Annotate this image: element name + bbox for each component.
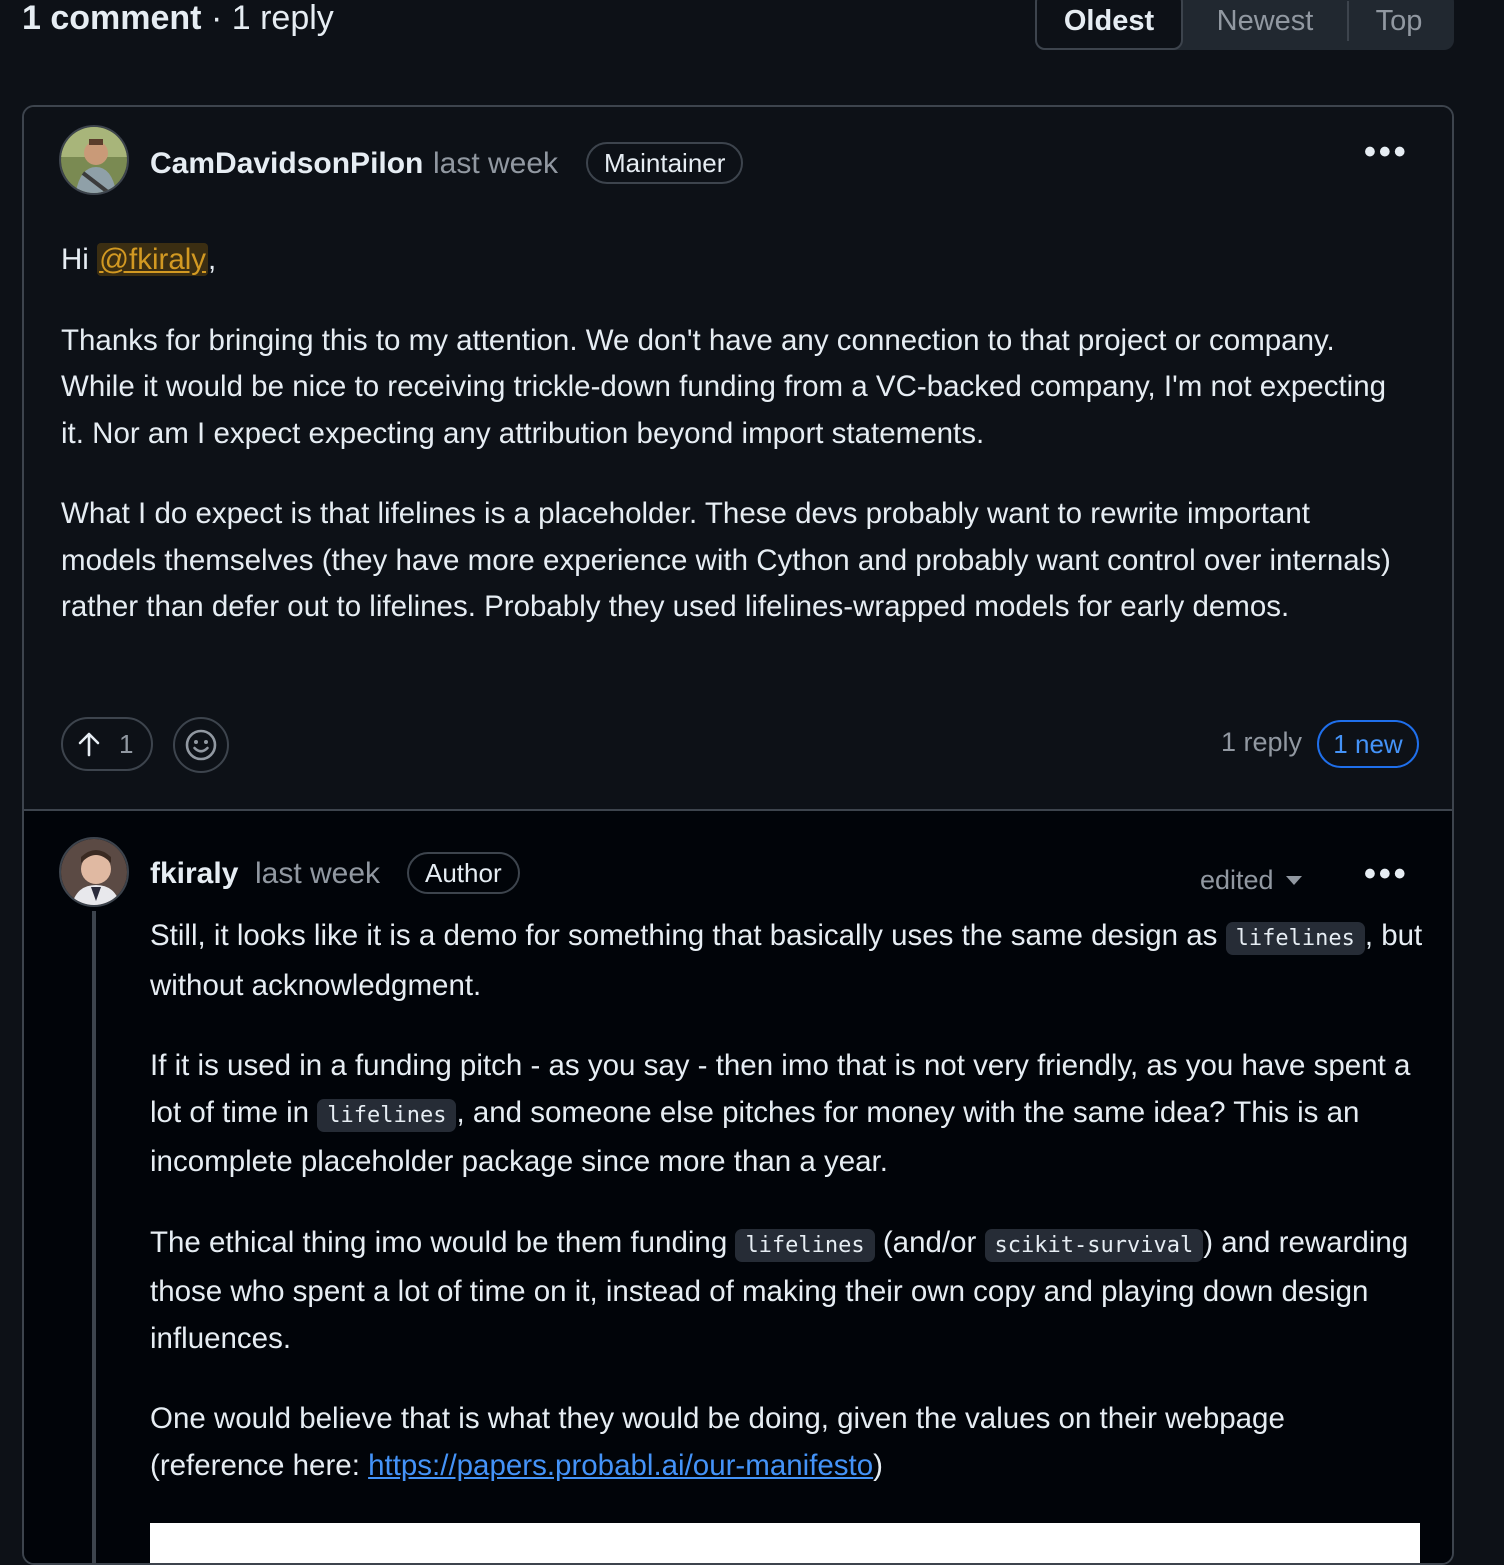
reply-comment: fkiraly last week Author edited ••• Stil… (24, 811, 1452, 1563)
text-span: ) (873, 1448, 883, 1482)
edit-history-button[interactable]: edited (1200, 865, 1302, 896)
thread-line (92, 911, 96, 1563)
comment-author[interactable]: CamDavidsonPilon (150, 147, 423, 181)
user-mention-link[interactable]: @fkiraly (97, 243, 209, 276)
sort-top-button[interactable]: Top (1349, 0, 1449, 50)
inline-code: lifelines (735, 1228, 875, 1262)
kebab-horizontal-icon[interactable]: ••• (1364, 855, 1409, 894)
text-span: The ethical thing imo would be them fund… (150, 1225, 736, 1259)
comment-summary: 1 comment · 1 reply (22, 0, 334, 40)
comment-count: 1 comment (22, 0, 202, 37)
reply-author[interactable]: fkiraly (150, 857, 238, 891)
reply-body: Still, it looks like it is a demo for so… (150, 913, 1425, 1523)
maintainer-badge: Maintainer (586, 142, 744, 184)
discussion-comment-card: CamDavidsonPilon last week Maintainer ••… (22, 105, 1454, 1565)
reply-timestamp[interactable]: last week (255, 857, 380, 891)
edited-label: edited (1200, 865, 1274, 895)
reply-paragraph: If it is used in a funding pitch - as yo… (150, 1043, 1425, 1186)
sort-newest-button[interactable]: Newest (1183, 0, 1347, 50)
reply-count-summary: 1 reply (231, 0, 334, 37)
main-comment: CamDavidsonPilon last week Maintainer ••… (24, 107, 1452, 811)
greeting-comma: , (208, 243, 217, 276)
add-reaction-button[interactable] (173, 717, 229, 773)
comment-paragraph: What I do expect is that lifelines is a … (61, 497, 1391, 623)
smiley-icon (185, 729, 217, 761)
inline-code: lifelines (317, 1098, 457, 1132)
kebab-horizontal-icon[interactable]: ••• (1364, 133, 1409, 172)
reply-paragraph: The ethical thing imo would be them fund… (150, 1220, 1425, 1363)
sort-segmented-control: Oldest Newest Top (1035, 0, 1454, 50)
comment-greeting: Hi @fkiraly, (61, 237, 1411, 284)
manifesto-link[interactable]: https://papers.probabl.ai/our-manifesto (368, 1449, 873, 1482)
reply-paragraph: Still, it looks like it is a demo for so… (150, 913, 1425, 1009)
text-span: (and/or (874, 1225, 985, 1259)
replies-toggle[interactable]: 1 reply (1221, 727, 1302, 758)
upvote-count: 1 (119, 728, 134, 759)
new-replies-badge[interactable]: 1 new (1317, 720, 1419, 768)
summary-separator: · (210, 0, 223, 37)
text-span: Still, it looks like it is a demo for so… (150, 919, 1226, 952)
embedded-image (150, 1523, 1420, 1563)
inline-code: lifelines (1225, 922, 1365, 955)
author-badge: Author (407, 852, 520, 894)
comment-body: Hi @fkiraly, Thanks for bringing this to… (61, 237, 1411, 665)
reply-paragraph: One would believe that is what they woul… (150, 1396, 1425, 1489)
upvote-button[interactable]: 1 (61, 717, 153, 771)
avatar[interactable] (59, 125, 129, 195)
arrow-up-icon (78, 732, 100, 757)
greeting-text: Hi (61, 243, 98, 276)
sort-oldest-button[interactable]: Oldest (1035, 0, 1183, 50)
comment-timestamp[interactable]: last week (433, 147, 558, 181)
inline-code: scikit-survival (984, 1228, 1204, 1262)
comment-paragraph: Thanks for bringing this to my attention… (61, 323, 1387, 450)
triangle-down-icon (1285, 875, 1302, 885)
avatar[interactable] (59, 837, 129, 907)
